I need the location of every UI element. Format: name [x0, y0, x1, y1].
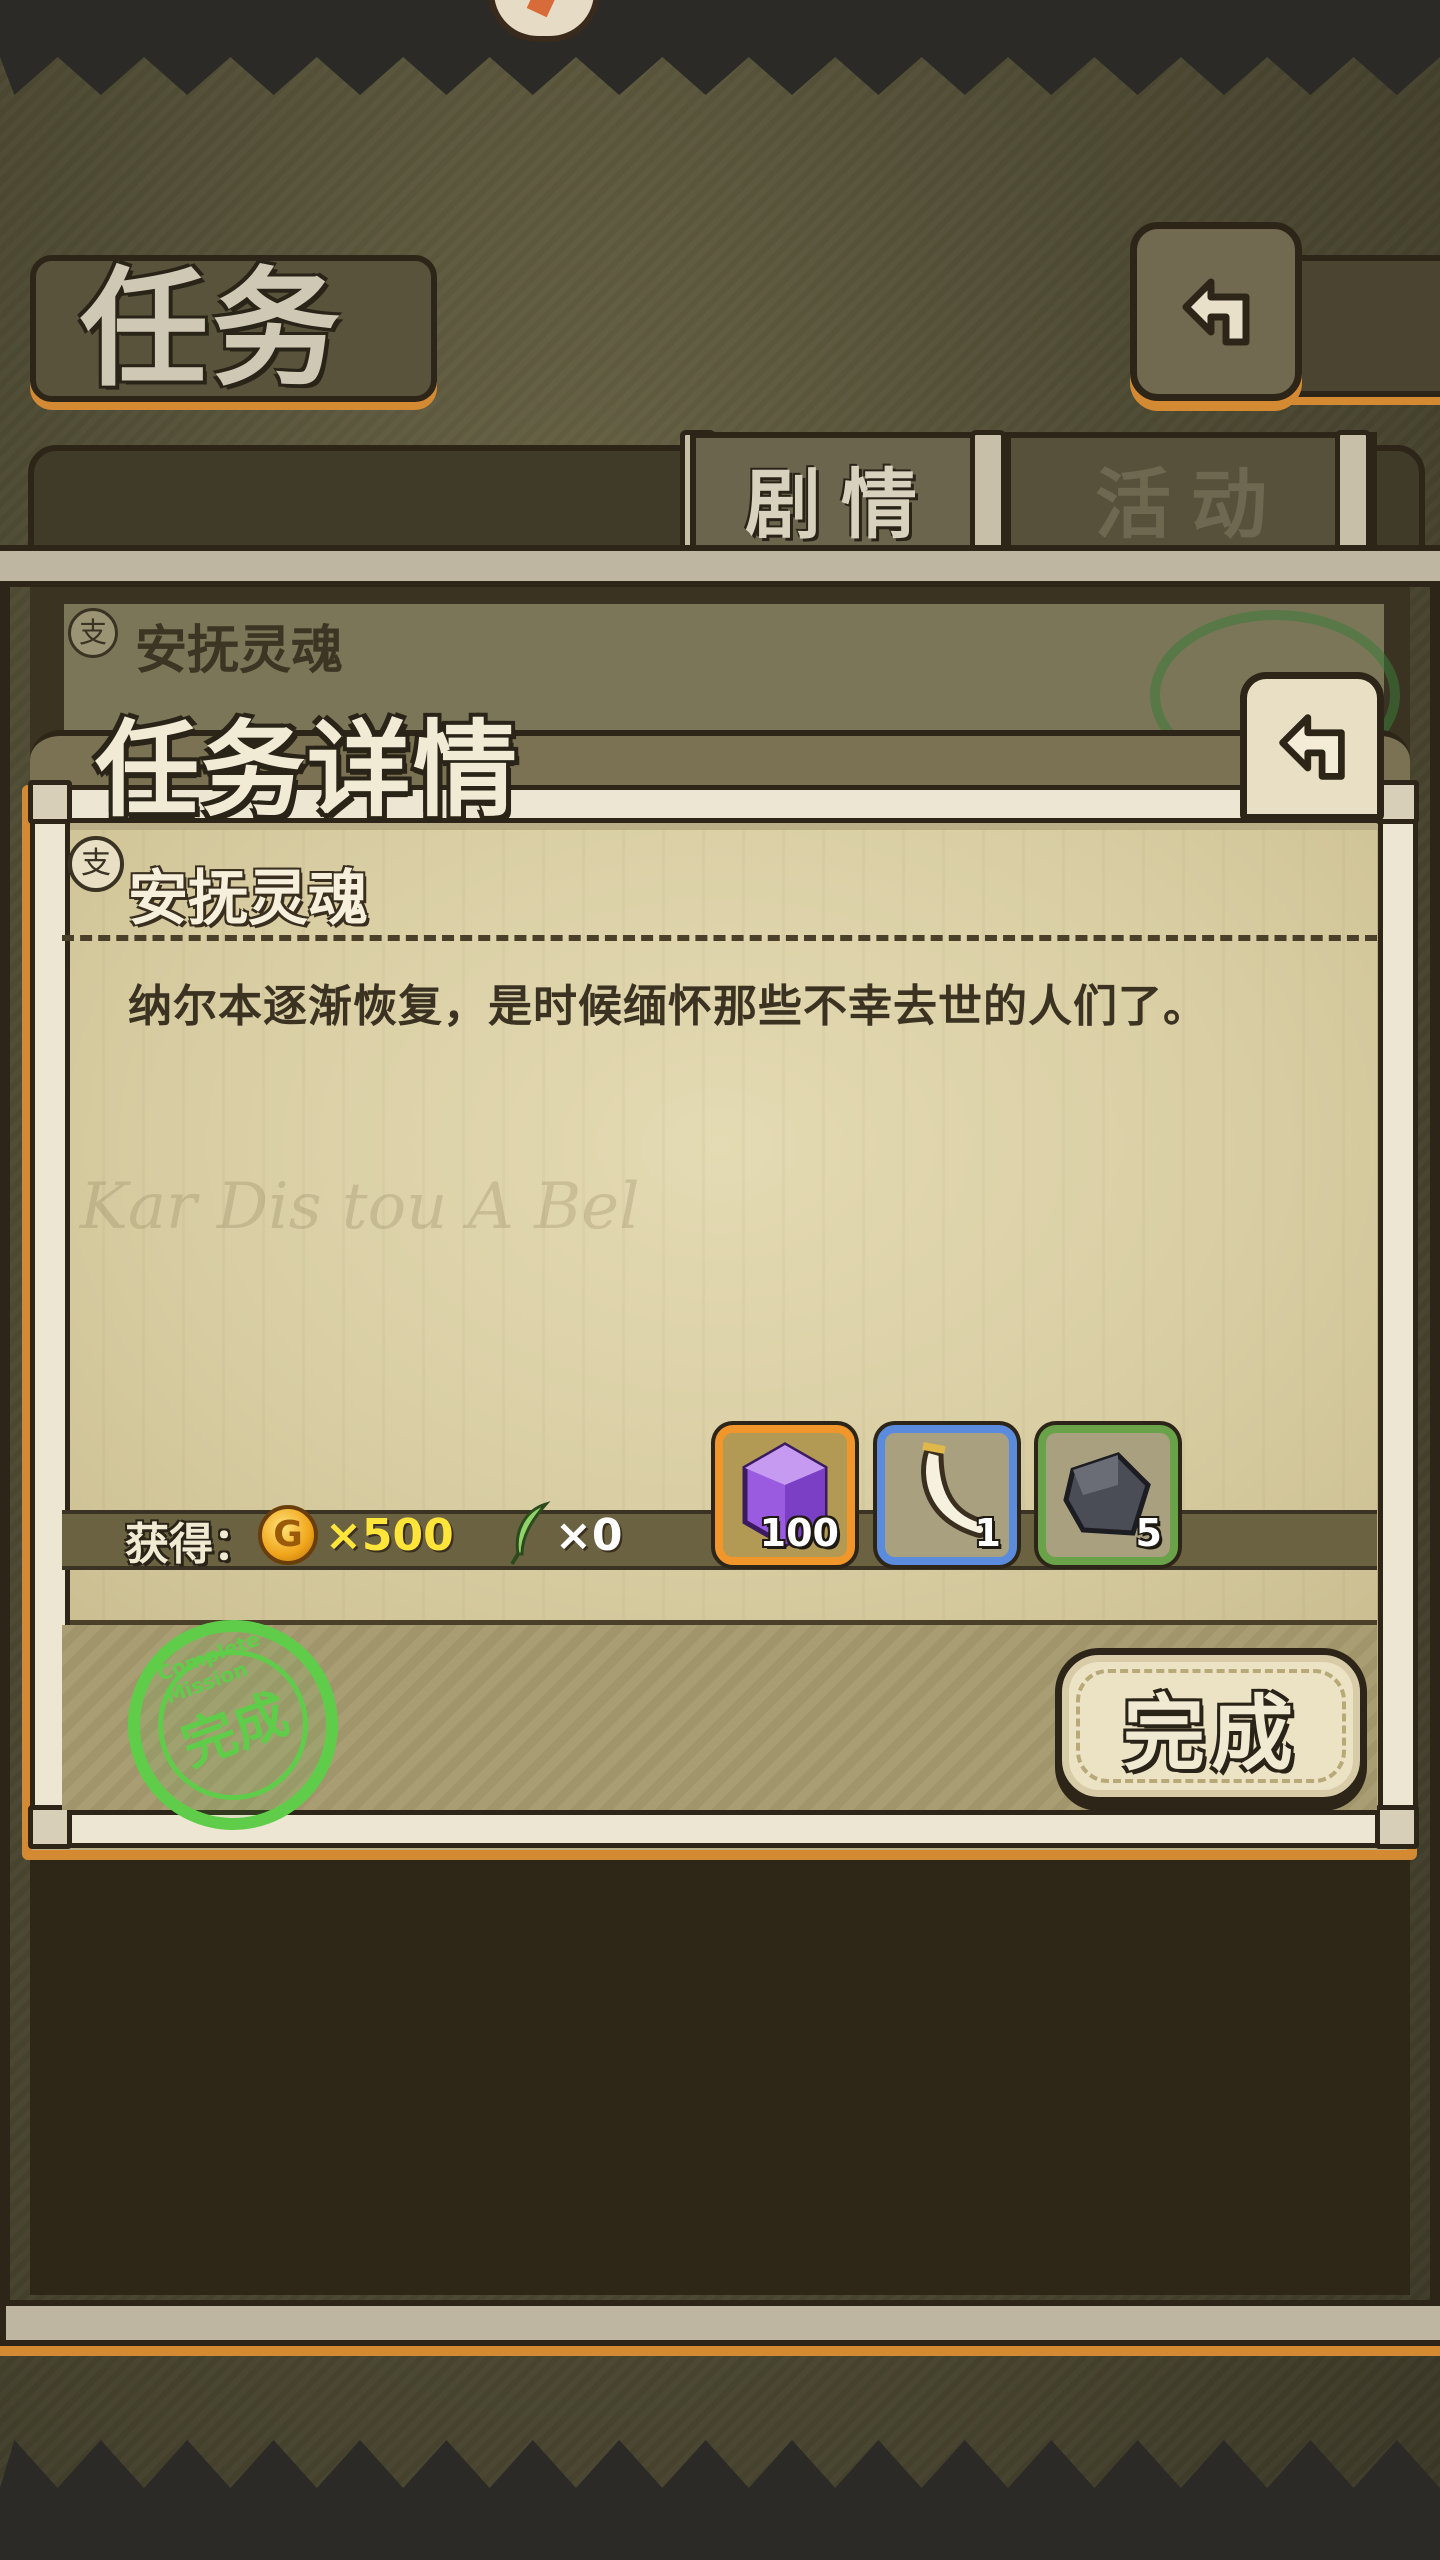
return-arrow-icon: [1182, 278, 1250, 345]
item-count: 100: [759, 1511, 839, 1555]
post-cap: [28, 780, 72, 824]
feather-icon: [510, 1501, 551, 1566]
item-count: 1: [974, 1511, 1001, 1555]
header-plank: [1280, 255, 1440, 397]
gold-amount: ×500: [325, 1510, 454, 1561]
modal-title: 任务详情: [95, 708, 520, 831]
post-cap: [28, 1805, 72, 1849]
tab-event[interactable]: 活动: [1005, 432, 1377, 558]
list-top-rail: [0, 545, 1440, 587]
reward-item-horn[interactable]: 1: [877, 1425, 1017, 1565]
bottom-border: [0, 2440, 1440, 2560]
reward-item-stone[interactable]: 5: [1038, 1425, 1178, 1565]
quest-type-icon: 支: [68, 608, 118, 658]
list-empty-area: [30, 1850, 1410, 2295]
gold-coin-icon: G: [258, 1505, 318, 1565]
back-button[interactable]: [1130, 222, 1302, 401]
quest-type-icon: 支: [68, 836, 124, 892]
reward-item-crystal[interactable]: 100: [715, 1425, 855, 1565]
modal-back-button[interactable]: [1240, 672, 1384, 821]
button-ornament: [1076, 1669, 1346, 1783]
post-cap: [1375, 1805, 1419, 1849]
map-watermark: Kar Dis tou A Bel: [80, 1170, 640, 1244]
quest-title: 安抚灵魂: [128, 864, 368, 934]
item-count: 5: [1135, 1511, 1162, 1555]
feather-amount: ×0: [555, 1510, 623, 1561]
list-bottom-rail: [0, 2300, 1440, 2346]
reward-label: 获得：: [125, 1519, 257, 1570]
list-item-title: 安抚灵魂: [135, 621, 344, 681]
page-title: 任务: [80, 254, 345, 404]
return-arrow-icon: [1279, 713, 1345, 780]
complete-button[interactable]: 完成: [1055, 1648, 1367, 1804]
quest-description: 纳尔本逐渐恢复，是时候缅怀那些不幸去世的人们了。: [128, 981, 1208, 1032]
game-screen: 任务 剧情 活动 支 安抚灵魂 Kar Dis tou A Bel 任务详情 支…: [0, 0, 1440, 2560]
divider: [62, 935, 1377, 941]
tab-story[interactable]: 剧情: [690, 432, 992, 558]
modal-right-post: [1378, 795, 1418, 1835]
top-border: [0, 0, 1440, 95]
